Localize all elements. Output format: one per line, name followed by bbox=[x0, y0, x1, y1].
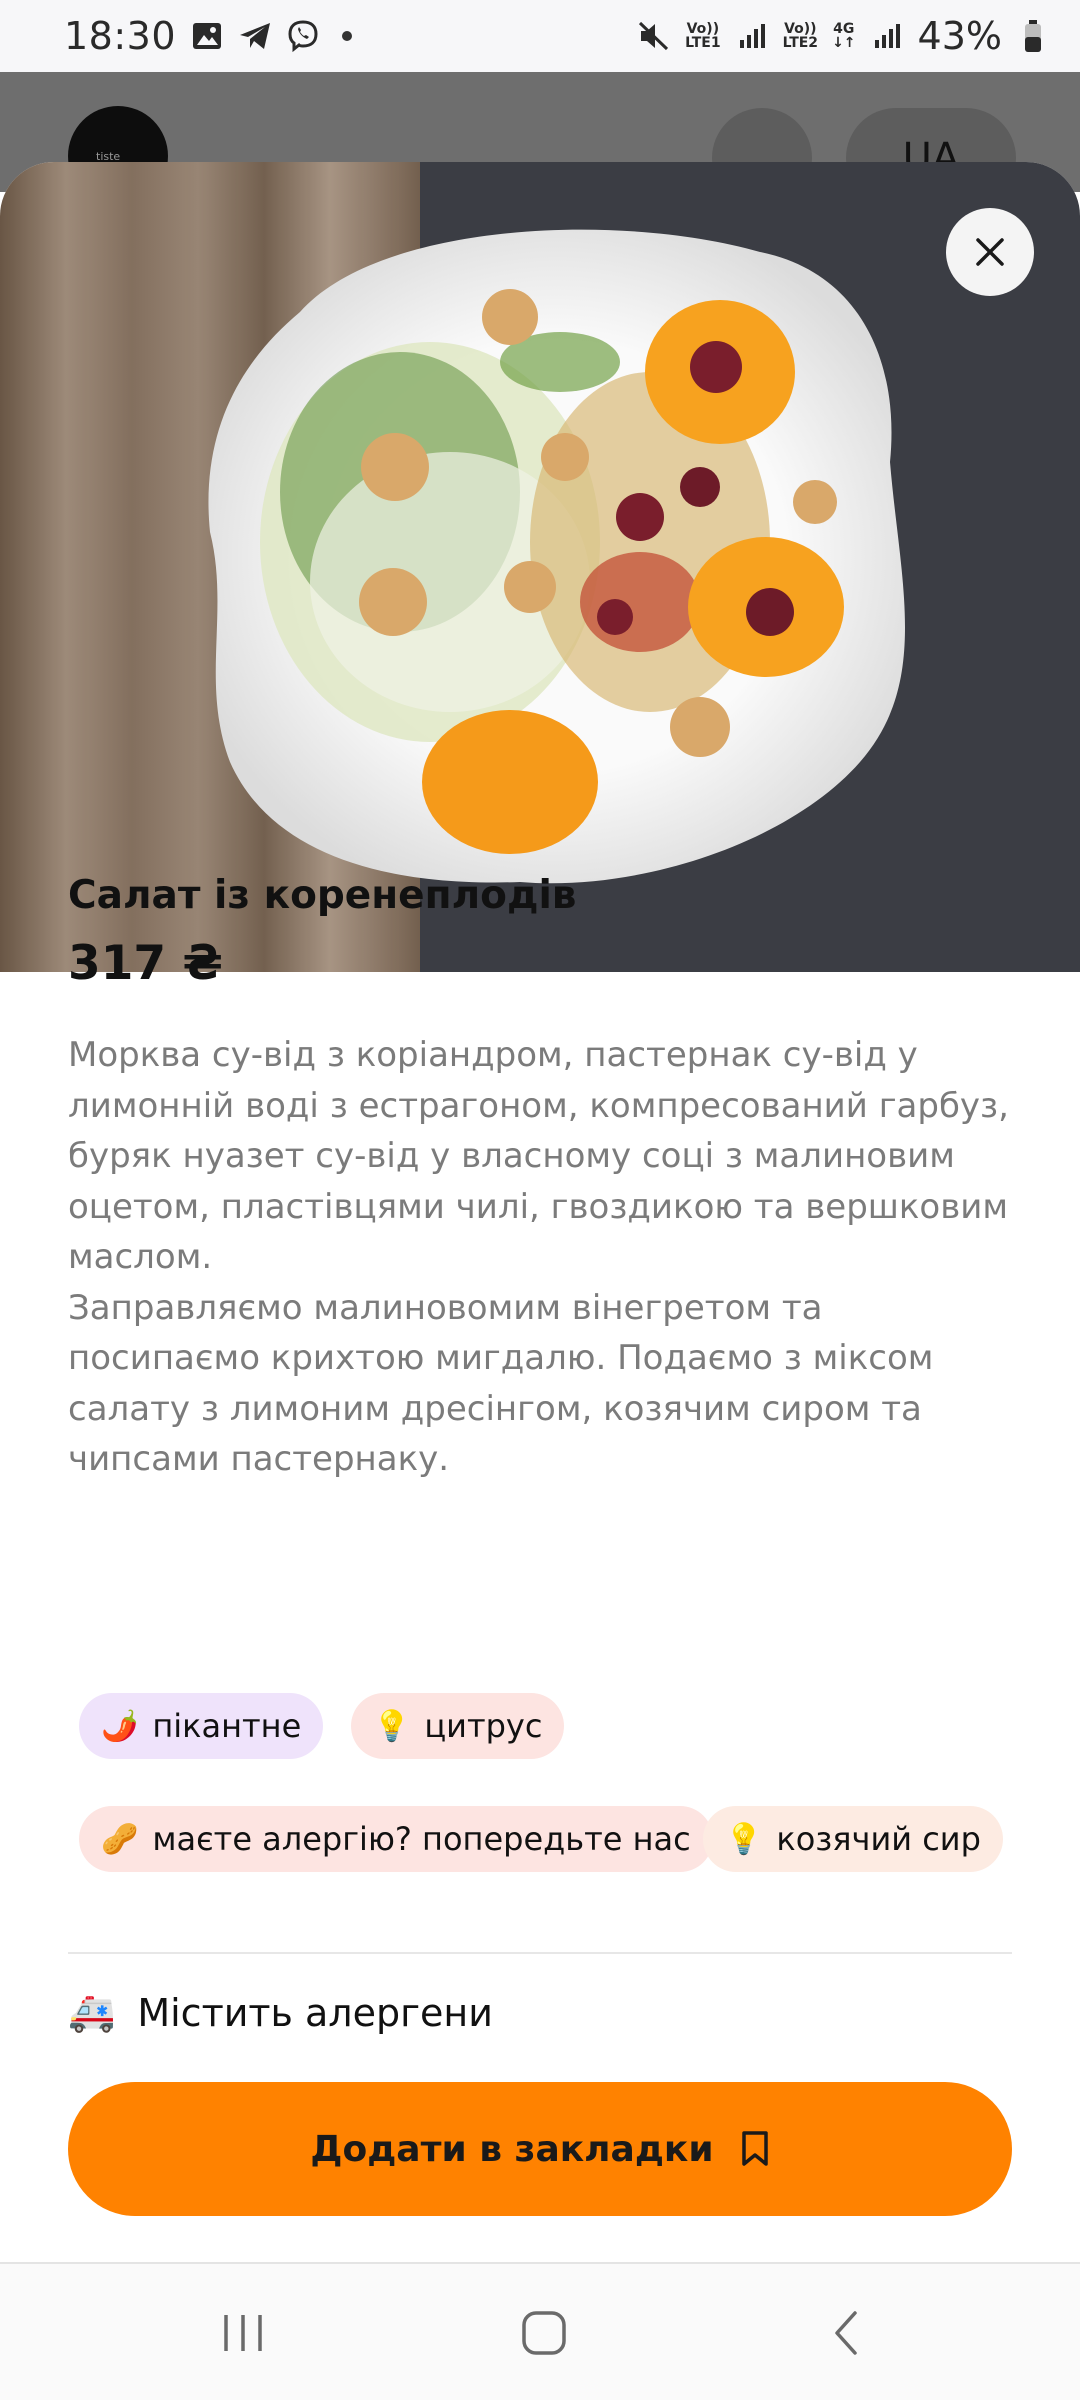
recent-apps-button[interactable] bbox=[208, 2298, 278, 2368]
signal-1-icon bbox=[735, 19, 769, 53]
tag-label: пікантне bbox=[152, 1707, 302, 1745]
tag-allergy-warning: 🥜 маєте алергію? попередьте нас bbox=[79, 1806, 713, 1872]
network-type-badge: 4G ↓↑ bbox=[832, 21, 856, 51]
network-type-label: 4G bbox=[833, 21, 855, 37]
telegram-icon bbox=[238, 19, 272, 53]
system-nav-bar bbox=[0, 2262, 1080, 2400]
back-icon bbox=[835, 2311, 857, 2355]
battery-percent: 43% bbox=[917, 14, 1002, 58]
dish-description: Морква су-від з коріандром, пастернак су… bbox=[68, 1030, 1012, 1485]
bottom-action-bar: Додати в закладки bbox=[0, 2038, 1080, 2264]
dish-info: Салат із коренеплодів 317 ₴ Морква су-ві… bbox=[68, 870, 1012, 1485]
dish-description-part-2: Заправляємо малиновомим вінегретом та по… bbox=[68, 1287, 934, 1480]
network-2-label: LTE2 bbox=[782, 35, 819, 51]
status-time: 18:30 bbox=[64, 14, 177, 58]
signal-2-icon bbox=[870, 19, 904, 53]
gallery-icon bbox=[190, 19, 224, 53]
back-button[interactable] bbox=[812, 2298, 882, 2368]
lightbulb-icon: 💡 bbox=[373, 1708, 411, 1744]
chili-icon: 🌶️ bbox=[101, 1708, 139, 1744]
home-icon bbox=[522, 2311, 566, 2355]
allergens-section[interactable]: 🚑 Містить алергени bbox=[68, 1990, 493, 2035]
dish-price: 317 ₴ bbox=[68, 936, 223, 991]
status-bar: 18:30 Vo)) LTE1 Vo)) LTE2 4G ↓↑ 43% bbox=[0, 0, 1080, 72]
mute-icon bbox=[637, 19, 671, 53]
volte-1-badge: Vo)) LTE1 bbox=[685, 22, 720, 50]
dish-photo bbox=[0, 162, 1080, 972]
viber-icon bbox=[286, 19, 320, 53]
dish-title: Салат із коренеплодів bbox=[68, 873, 577, 918]
tag-goat-cheese: 💡 козячий сир bbox=[703, 1806, 1003, 1872]
home-button[interactable] bbox=[509, 2298, 579, 2368]
add-to-bookmarks-label: Додати в закладки bbox=[310, 2128, 714, 2170]
tag-label: цитрус bbox=[424, 1707, 543, 1745]
close-icon bbox=[976, 238, 1004, 266]
tag-label: маєте алергію? попередьте нас bbox=[152, 1820, 691, 1858]
ambulance-icon: 🚑 bbox=[68, 1990, 116, 2034]
tag-label: козячий сир bbox=[776, 1820, 981, 1858]
volte-2-badge: Vo)) LTE2 bbox=[783, 22, 818, 50]
recent-apps-icon bbox=[224, 2315, 262, 2351]
bookmark-icon bbox=[741, 2131, 768, 2166]
dish-description-part-1: Морква су-від з коріандром, пастернак су… bbox=[68, 1035, 1009, 1277]
battery-icon bbox=[1016, 19, 1050, 53]
divider bbox=[68, 1952, 1012, 1954]
close-button[interactable] bbox=[946, 208, 1034, 296]
peanut-icon: 🥜 bbox=[101, 1821, 139, 1857]
network-1-label: LTE1 bbox=[685, 35, 721, 51]
tag-spicy: 🌶️ пікантне bbox=[79, 1693, 324, 1759]
allergens-label: Містить алергени bbox=[137, 1990, 493, 2035]
lightbulb-icon: 💡 bbox=[725, 1821, 763, 1857]
add-to-bookmarks-button[interactable]: Додати в закладки bbox=[68, 2082, 1012, 2216]
tag-citrus: 💡 цитрус bbox=[351, 1693, 565, 1759]
notification-dot-icon bbox=[342, 31, 353, 41]
